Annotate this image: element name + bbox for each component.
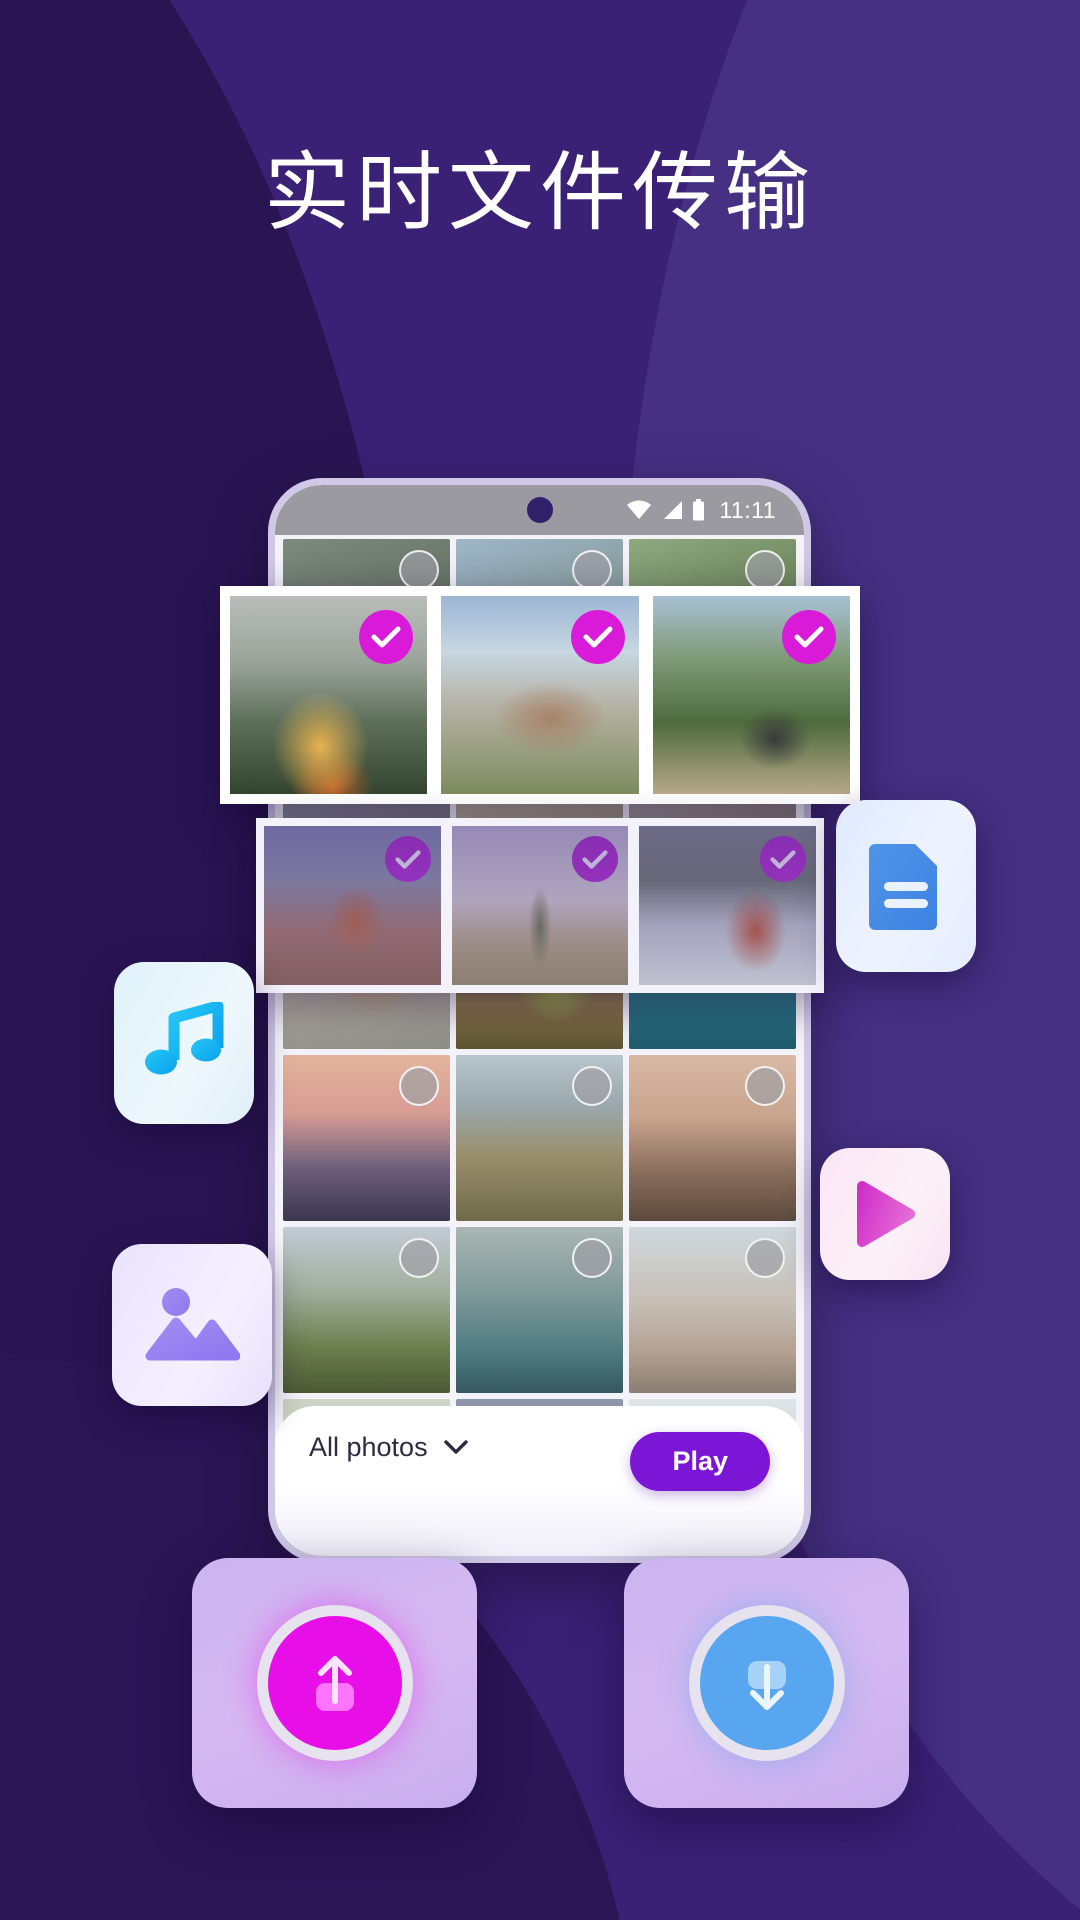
chevron-down-icon[interactable] xyxy=(443,1440,468,1455)
document-file-chip[interactable] xyxy=(836,800,976,972)
play-triangle-icon xyxy=(857,1181,915,1247)
status-bar: 11:11 xyxy=(275,485,804,535)
all-photos-label: All photos xyxy=(309,1432,428,1462)
select-circle-icon[interactable] xyxy=(399,1238,439,1278)
receive-action-card[interactable] xyxy=(624,1558,909,1808)
selected-photo-item[interactable] xyxy=(639,826,817,985)
page-title: 实时文件传输 xyxy=(264,143,816,243)
select-circle-icon[interactable] xyxy=(572,1238,612,1278)
select-circle-icon[interactable] xyxy=(745,550,785,590)
selected-check-icon[interactable] xyxy=(384,836,431,882)
selected-photo-item[interactable] xyxy=(441,596,639,794)
select-circle-icon[interactable] xyxy=(399,550,439,590)
image-icon xyxy=(145,1288,240,1361)
photo-cell[interactable] xyxy=(456,1227,623,1393)
selected-photo-item[interactable] xyxy=(451,826,629,985)
selected-check-icon[interactable] xyxy=(570,610,625,664)
select-circle-icon[interactable] xyxy=(399,1066,439,1106)
document-icon xyxy=(869,844,937,930)
select-circle-icon[interactable] xyxy=(745,1238,785,1278)
selected-check-icon[interactable] xyxy=(359,610,414,664)
selected-photo-item[interactable] xyxy=(230,596,428,794)
photo-cell[interactable] xyxy=(283,1227,450,1393)
selected-check-icon[interactable] xyxy=(781,610,836,664)
photo-cell[interactable] xyxy=(629,1055,796,1221)
bottom-toolbar: All photos Play xyxy=(275,1406,804,1556)
music-note-icon xyxy=(145,1002,224,1075)
status-bar-clock: 11:11 xyxy=(719,496,776,523)
send-button[interactable] xyxy=(256,1605,413,1761)
upload-arrow-icon xyxy=(315,1656,354,1711)
punch-hole-camera-icon xyxy=(526,497,553,523)
select-circle-icon[interactable] xyxy=(745,1066,785,1106)
photo-grid-row xyxy=(283,1055,796,1221)
selected-photos-panel-second xyxy=(256,818,824,993)
photo-grid-row xyxy=(283,1227,796,1393)
select-circle-icon[interactable] xyxy=(572,550,612,590)
all-photos-filter[interactable]: All photos xyxy=(309,1432,468,1463)
selected-check-icon[interactable] xyxy=(760,836,807,882)
music-file-chip[interactable] xyxy=(114,962,254,1124)
signal-icon xyxy=(664,501,683,519)
photo-cell[interactable] xyxy=(283,1055,450,1221)
selected-photo-item[interactable] xyxy=(264,826,441,985)
select-circle-icon[interactable] xyxy=(572,1066,612,1106)
photo-cell[interactable] xyxy=(629,1227,796,1393)
wifi-icon xyxy=(627,500,652,519)
photo-cell[interactable] xyxy=(456,1055,623,1221)
video-file-chip[interactable] xyxy=(820,1148,950,1280)
selected-photos-panel-top xyxy=(220,586,860,804)
selected-photo-item[interactable] xyxy=(652,596,850,794)
receive-button[interactable] xyxy=(688,1605,845,1761)
image-file-chip[interactable] xyxy=(112,1244,272,1406)
send-action-card[interactable] xyxy=(192,1558,477,1808)
battery-icon xyxy=(693,499,705,521)
download-arrow-icon xyxy=(747,1661,786,1710)
play-button[interactable]: Play xyxy=(630,1432,770,1491)
